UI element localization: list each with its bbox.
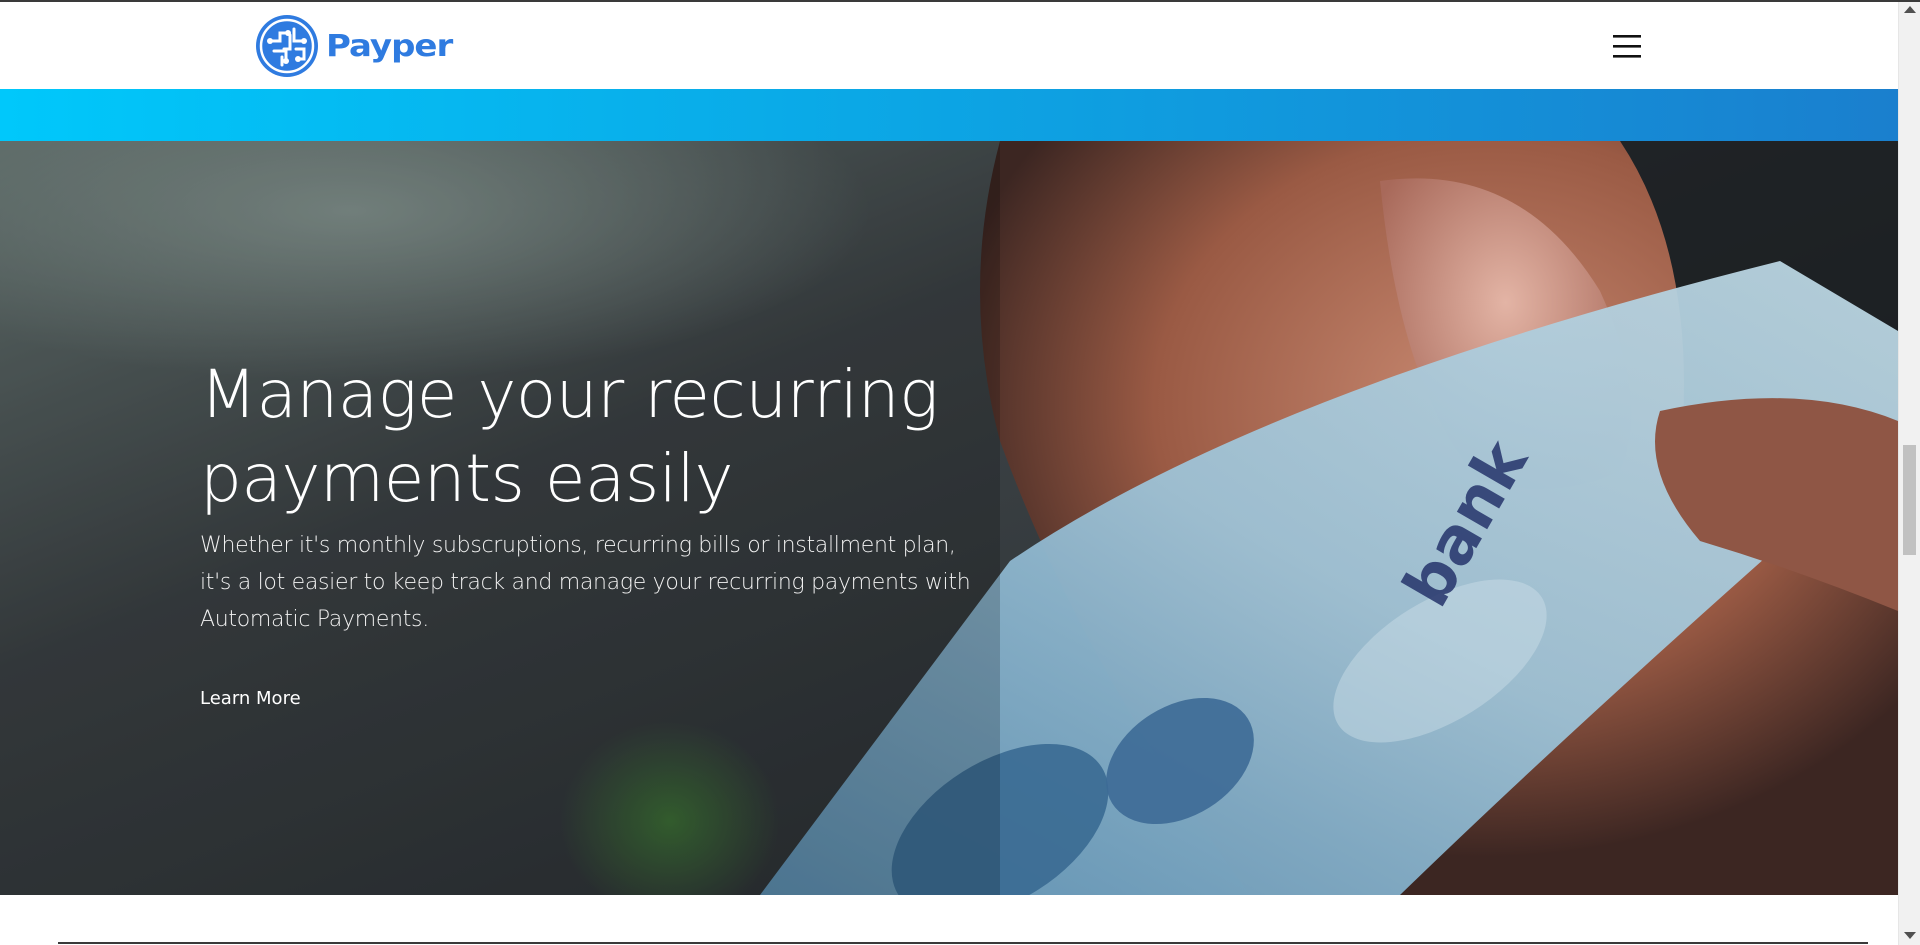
next-section	[0, 895, 1898, 945]
brand-logo-link[interactable]: Payper	[254, 13, 453, 79]
browser-viewport: Payper bank Manage your recurring paymen…	[0, 0, 1898, 945]
scroll-up-arrow-icon[interactable]	[1904, 6, 1916, 13]
window-bottom-border	[58, 942, 1868, 944]
hero-title: Manage your recurring payments easily	[200, 353, 1000, 521]
hero-description: Whether it's monthly subscruptions, recu…	[200, 533, 971, 632]
circuit-globe-logo-icon	[256, 15, 318, 77]
window-top-border	[0, 0, 1920, 2]
brand-name: Payper	[326, 28, 453, 64]
vertical-scrollbar[interactable]	[1898, 2, 1920, 945]
hero-title-line1: Manage your recurring	[200, 356, 939, 433]
scroll-down-arrow-icon[interactable]	[1904, 932, 1916, 939]
hero-title-line2: payments easily	[200, 440, 734, 517]
hamburger-menu-icon	[1613, 35, 1641, 58]
hero-section: bank Manage your recurring payments easi…	[0, 141, 1898, 895]
hamburger-menu-button[interactable]	[1608, 30, 1646, 62]
scrollbar-thumb[interactable]	[1903, 445, 1916, 555]
learn-more-link[interactable]: Learn More	[200, 688, 301, 709]
accent-gradient-band	[0, 89, 1898, 141]
hero-content: Manage your recurring payments easily Wh…	[200, 353, 1000, 709]
site-header: Payper	[0, 2, 1898, 89]
